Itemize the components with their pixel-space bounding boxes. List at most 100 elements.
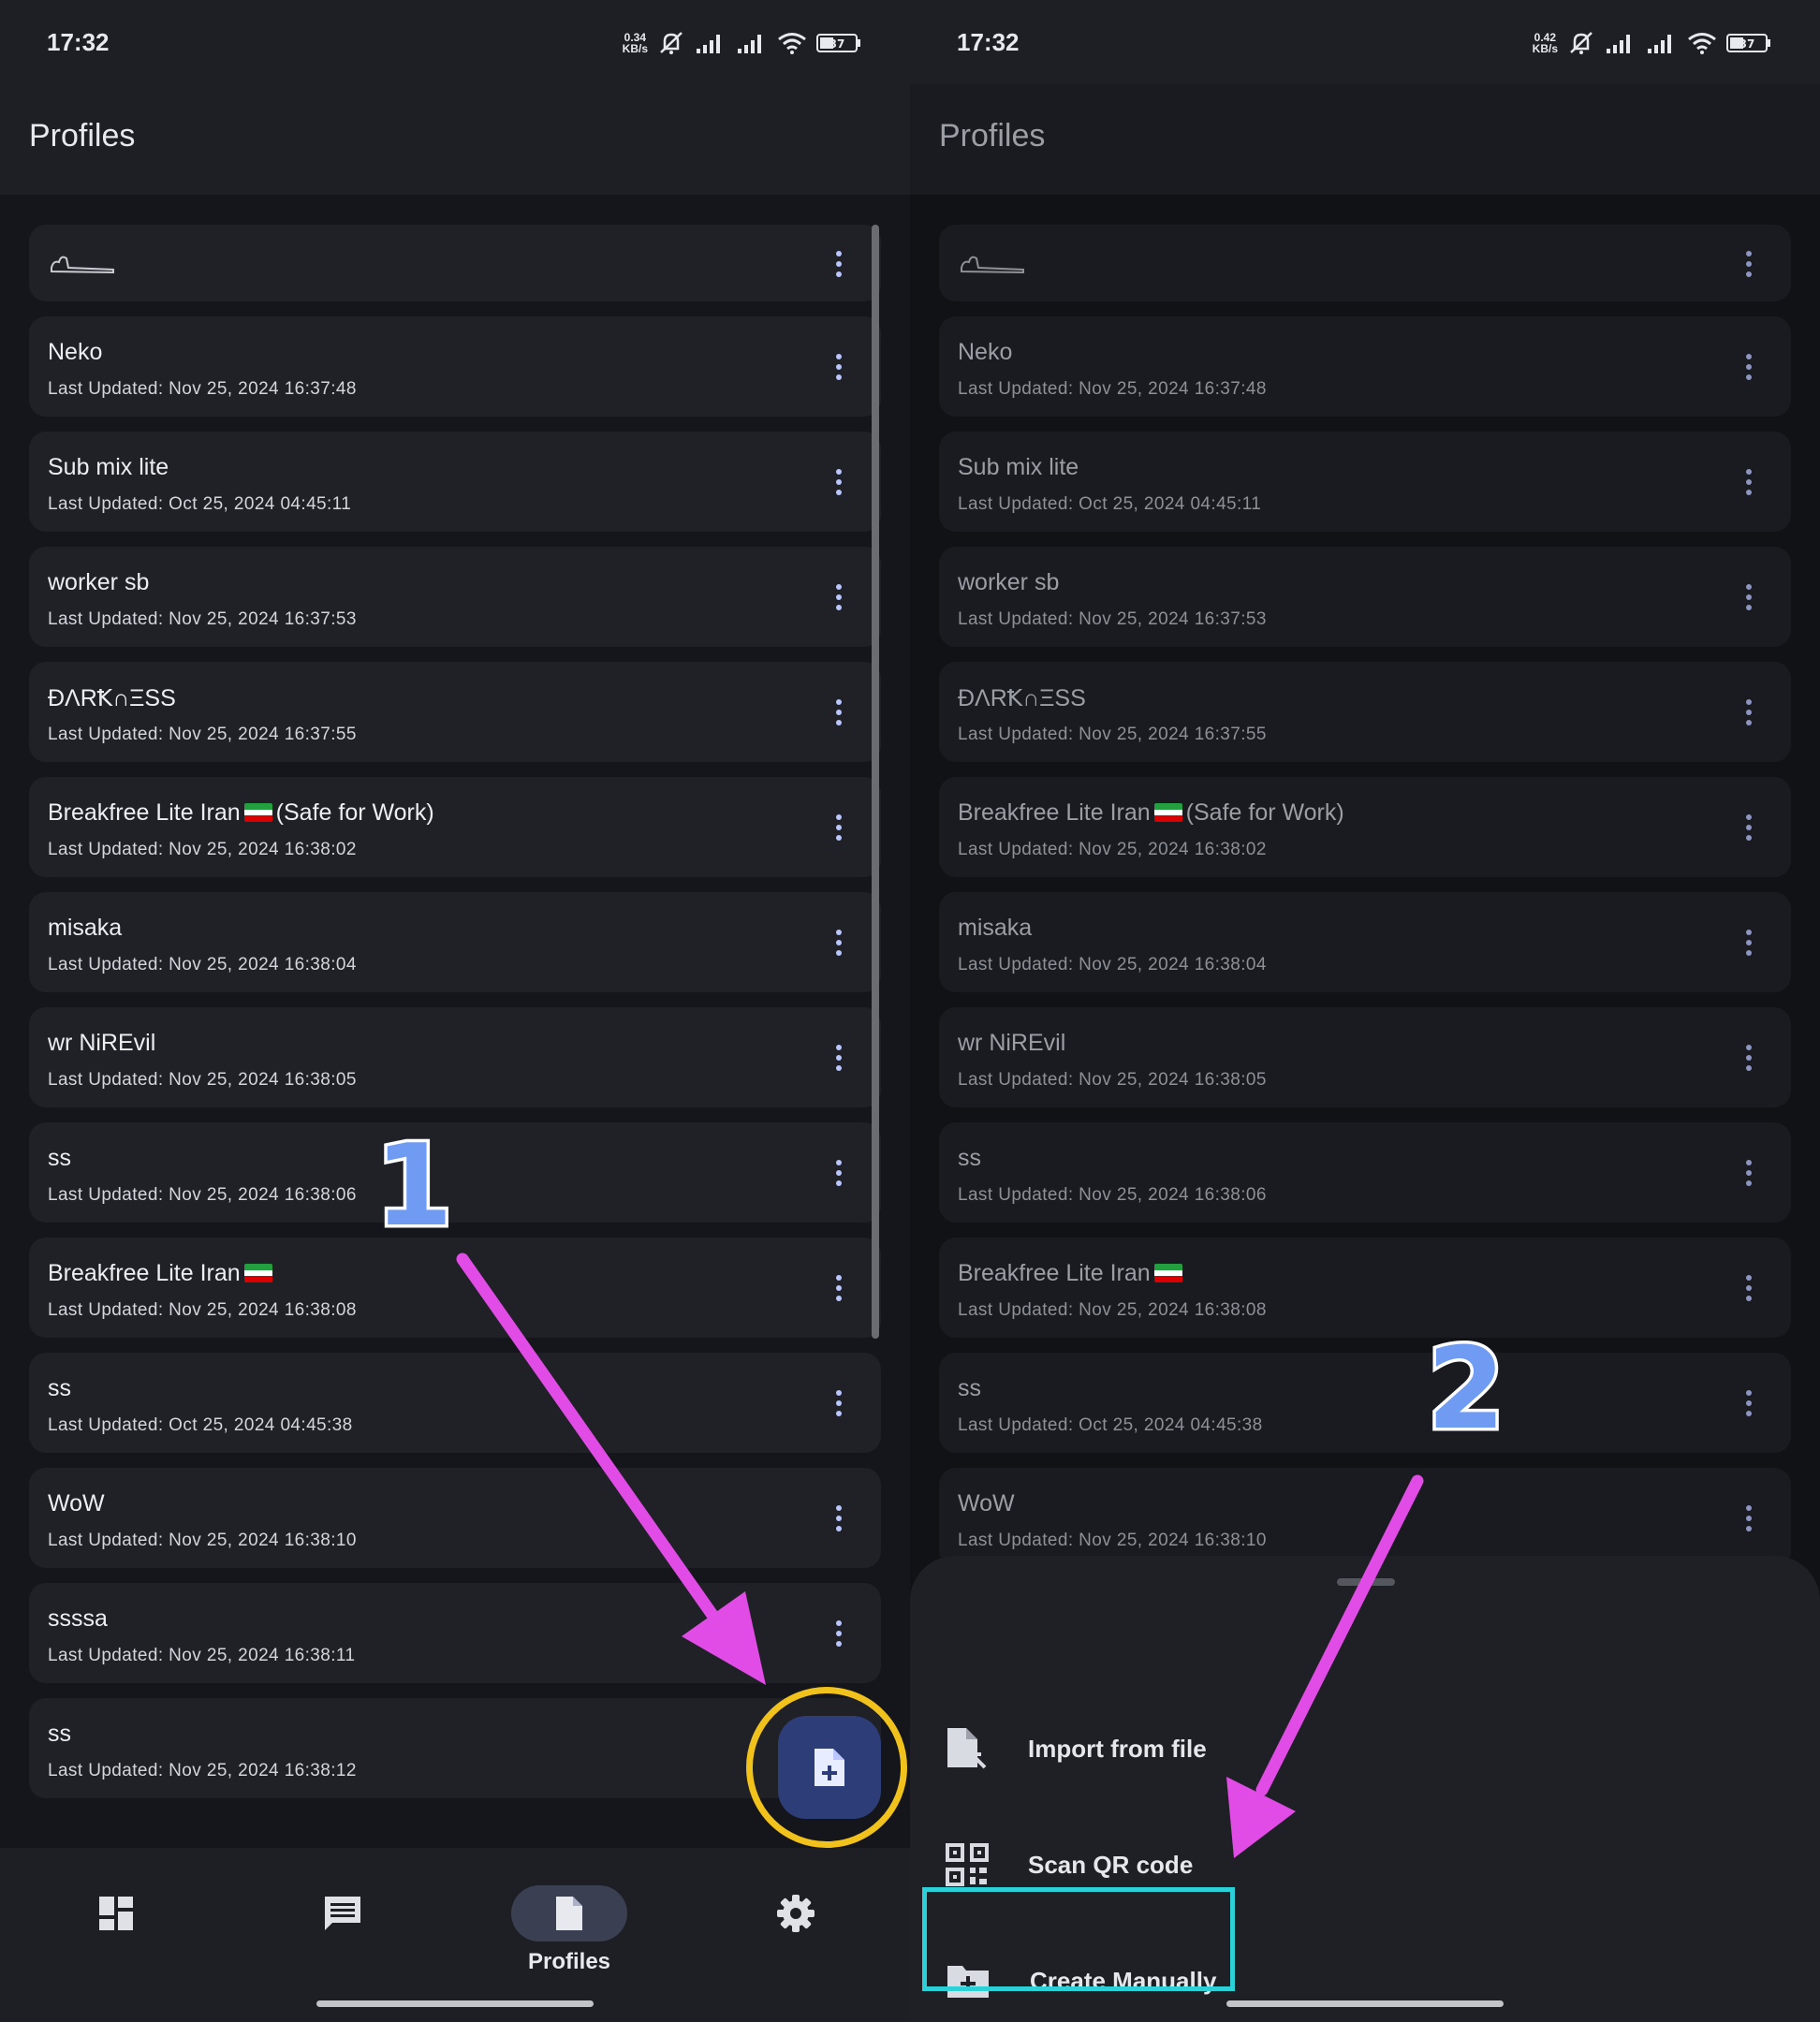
profile-updated: Last Updated: Oct 25, 2024 04:45:38 <box>958 1415 1263 1435</box>
more-options-button[interactable] <box>832 922 845 963</box>
profile-card[interactable]: ssssa Last Updated: Nov 25, 2024 16:38:1… <box>29 1583 881 1683</box>
more-options-button[interactable] <box>832 1152 845 1194</box>
profile-name: Breakfree Lite Iran (Safe for Work) <box>48 799 434 826</box>
profile-name: Neko <box>48 339 103 365</box>
profile-card[interactable]: worker sb Last Updated: Nov 25, 2024 16:… <box>29 547 881 647</box>
more-options-button <box>1742 1383 1755 1424</box>
more-options-button[interactable] <box>832 1613 845 1654</box>
profile-name: WoW <box>958 1490 1015 1516</box>
more-options-button[interactable] <box>832 1383 845 1424</box>
profile-card[interactable]: Breakfree Lite Iran Last Updated: Nov 25… <box>29 1238 881 1338</box>
nav-profiles[interactable]: Profiles <box>511 1885 627 1974</box>
create-manually-highlight <box>922 1887 1235 1991</box>
profile-name: Sub mix lite <box>958 454 1079 480</box>
profile-card[interactable]: WoW Last Updated: Nov 25, 2024 16:38:10 <box>29 1468 881 1568</box>
profile-name: Neko <box>958 339 1013 365</box>
profile-updated: Last Updated: Oct 25, 2024 04:45:11 <box>48 494 352 514</box>
add-profile-bottom-sheet: Import from file Scan QR code Create Man… <box>910 1556 1820 2022</box>
profile-updated: Last Updated: Nov 25, 2024 16:38:06 <box>48 1185 357 1205</box>
nav-logs[interactable] <box>285 1885 397 1970</box>
nav-settings[interactable] <box>738 1885 850 1970</box>
more-options-button[interactable] <box>832 243 845 285</box>
profile-updated: Last Updated: Nov 25, 2024 16:38:02 <box>958 840 1267 859</box>
profile-card: Breakfree Lite Iran Last Updated: Nov 25… <box>939 1238 1791 1338</box>
status-bar: 17:32 0.34 KB/s 37 <box>0 0 910 84</box>
battery-icon: 37 <box>816 34 860 52</box>
profile-name: misaka <box>958 915 1033 941</box>
import-file-icon <box>947 1728 987 1769</box>
profile-card: WoW Last Updated: Nov 25, 2024 16:38:10 <box>939 1468 1791 1568</box>
profile-name: WoW <box>48 1490 105 1516</box>
profile-card[interactable]: wr NiREvil Last Updated: Nov 25, 2024 16… <box>29 1007 881 1107</box>
profile-name: Sub mix lite <box>48 454 169 480</box>
network-speed: 0.34 KB/s <box>622 31 648 55</box>
profile-updated: Last Updated: Nov 25, 2024 16:38:02 <box>48 840 357 859</box>
profile-card[interactable]: misaka Last Updated: Nov 25, 2024 16:38:… <box>29 892 881 992</box>
mute-icon <box>1570 32 1592 54</box>
profile-name: ss <box>48 1721 71 1747</box>
profile-updated: Last Updated: Nov 25, 2024 16:38:10 <box>958 1531 1267 1550</box>
more-options-button[interactable] <box>832 462 845 503</box>
profile-card[interactable]: Sub mix lite Last Updated: Oct 25, 2024 … <box>29 432 881 532</box>
more-options-button[interactable] <box>832 346 845 388</box>
profile-name: ss <box>48 1375 71 1401</box>
more-options-button[interactable] <box>832 1498 845 1539</box>
more-options-button[interactable] <box>832 1037 845 1078</box>
signal-icon <box>738 35 761 53</box>
profile-card: Neko Last Updated: Nov 25, 2024 16:37:48 <box>939 316 1791 417</box>
more-options-button <box>1742 462 1755 503</box>
more-options-button[interactable] <box>832 577 845 618</box>
profile-updated: Last Updated: Nov 25, 2024 16:38:08 <box>48 1300 357 1320</box>
profile-updated: Last Updated: Nov 25, 2024 16:38:06 <box>958 1185 1267 1205</box>
profile-name: ss <box>48 1145 71 1171</box>
profile-card[interactable]: Breakfree Lite Iran (Safe for Work) Last … <box>29 777 881 877</box>
more-options-button[interactable] <box>832 692 845 733</box>
profile-updated: Last Updated: Oct 25, 2024 04:45:11 <box>958 494 1262 514</box>
profile-name: Breakfree Lite Iran <box>48 1260 276 1287</box>
page-title: Profiles <box>29 118 136 154</box>
profile-name: worker sb <box>48 569 150 595</box>
home-indicator <box>1226 2000 1504 2007</box>
logs-icon <box>325 1897 360 1930</box>
profile-updated: Last Updated: Nov 25, 2024 16:38:12 <box>48 1761 357 1780</box>
import-from-file-option[interactable]: Import from file <box>946 1702 1207 1795</box>
more-options-button <box>1742 1498 1755 1539</box>
profile-updated: Last Updated: Nov 25, 2024 16:38:10 <box>48 1531 357 1550</box>
iran-flag-icon <box>243 803 272 822</box>
nav-dashboard[interactable] <box>58 1885 170 1970</box>
bottom-navigation: Profiles <box>0 1848 910 2022</box>
profile-card[interactable]: Neko Last Updated: Nov 25, 2024 16:37:48 <box>29 316 881 417</box>
more-options-button <box>1742 692 1755 733</box>
drag-handle[interactable] <box>1337 1578 1395 1586</box>
qr-code-icon <box>946 1843 989 1886</box>
network-speed: 0.42 KB/s <box>1532 31 1558 55</box>
more-options-button <box>1742 1267 1755 1309</box>
profiles-icon <box>556 1897 582 1930</box>
profile-card[interactable]: ĐΛRꝀ∩ΞSS Last Updated: Nov 25, 2024 16:3… <box>29 662 881 762</box>
profile-card[interactable] <box>29 225 881 301</box>
profile-name: wr NiREvil <box>958 1030 1066 1056</box>
profile-updated: Last Updated: Nov 25, 2024 16:38:08 <box>958 1300 1267 1320</box>
add-profile-fab[interactable] <box>778 1716 881 1819</box>
profile-card[interactable]: ss Last Updated: Oct 25, 2024 04:45:38 <box>29 1353 881 1453</box>
battery-icon: 37 <box>1726 34 1770 52</box>
signal-icon <box>1607 35 1630 53</box>
profile-updated: Last Updated: Nov 25, 2024 16:37:53 <box>48 609 357 629</box>
wifi-icon <box>1688 33 1716 54</box>
more-options-button <box>1742 922 1755 963</box>
profile-list[interactable]: Neko Last Updated: Nov 25, 2024 16:37:48… <box>29 225 881 1813</box>
profile-card: ss Last Updated: Nov 25, 2024 16:38:06 <box>939 1122 1791 1223</box>
profile-updated: Last Updated: Nov 25, 2024 16:37:48 <box>48 379 357 399</box>
profile-name: Breakfree Lite Iran (Safe for Work) <box>958 799 1344 826</box>
profile-card[interactable]: ss Last Updated: Nov 25, 2024 16:38:06 <box>29 1122 881 1223</box>
app-bar: Profiles <box>910 84 1820 195</box>
scrollbar[interactable] <box>872 225 879 1339</box>
profile-updated: Last Updated: Nov 25, 2024 16:37:48 <box>958 379 1267 399</box>
profile-name: wr NiREvil <box>48 1030 156 1056</box>
left-screen: 17:32 0.34 KB/s 37 Profiles Neko Last Up… <box>0 0 910 2022</box>
profile-name: ssssa <box>48 1605 108 1632</box>
profile-updated: Last Updated: Nov 25, 2024 16:38:05 <box>958 1070 1267 1090</box>
more-options-button[interactable] <box>832 807 845 848</box>
iran-flag-icon <box>1153 1264 1182 1282</box>
more-options-button[interactable] <box>832 1267 845 1309</box>
